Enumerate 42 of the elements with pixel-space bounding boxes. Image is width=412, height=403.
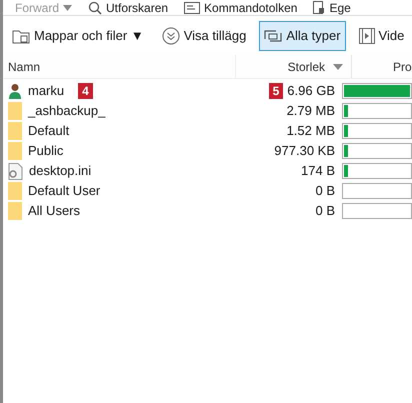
console-icon <box>184 2 200 14</box>
file-name[interactable]: All Users <box>28 201 80 221</box>
toolbar-button[interactable]: Utforskaren <box>88 0 168 15</box>
size-cell-text: 0 B <box>315 182 335 200</box>
size-cell-text: 2.79 MB <box>286 102 335 120</box>
column-header[interactable]: Pro <box>352 55 412 78</box>
folder-icon <box>12 28 30 44</box>
sort-arrow-icon <box>333 64 343 70</box>
number-badge: 5 <box>268 83 284 99</box>
folder-icon <box>8 102 22 120</box>
folder-icon <box>8 202 22 220</box>
user-icon <box>8 83 22 99</box>
filter-button[interactable]: Alla typer <box>259 21 346 51</box>
file-name[interactable]: Default User <box>28 181 100 201</box>
column-header[interactable]: Storlek <box>236 55 352 78</box>
filter-button[interactable]: Mappar och filer ▼ <box>7 21 149 51</box>
search-icon <box>88 0 102 14</box>
file-name[interactable]: desktop.ini <box>29 161 92 181</box>
file-name[interactable]: _ashbackup_ <box>28 101 106 121</box>
document-icon <box>313 1 326 14</box>
film-icon <box>358 28 375 44</box>
toolbar-button[interactable]: Ege <box>313 0 351 15</box>
size-cell-text: 0 B <box>315 202 335 220</box>
chevrons-icon <box>162 27 180 45</box>
file-name[interactable]: Public <box>28 141 64 161</box>
settings-file-icon <box>8 162 23 180</box>
folder-icon <box>8 142 22 160</box>
file-name[interactable]: marku <box>28 81 64 101</box>
toolbar-button[interactable]: Kommandotolken <box>184 0 298 15</box>
dropdown-arrow-icon <box>63 4 72 10</box>
folder-icon <box>8 122 22 140</box>
size-cell-text: 174 B <box>301 162 335 180</box>
size-cell-text: 1.52 MB <box>286 122 335 140</box>
overlapping-squares-icon <box>264 28 282 44</box>
folder-icon <box>8 182 22 200</box>
filter-button[interactable]: Vide <box>354 21 410 51</box>
number-badge: 4 <box>78 83 93 99</box>
size-cell-text: 6.96 GB <box>287 82 335 100</box>
size-cell-text: 977.30 KB <box>274 142 335 160</box>
file-name[interactable]: Default <box>28 121 70 141</box>
filter-button[interactable]: Visa tillägg <box>156 21 252 51</box>
column-header[interactable]: Namn <box>3 55 236 78</box>
